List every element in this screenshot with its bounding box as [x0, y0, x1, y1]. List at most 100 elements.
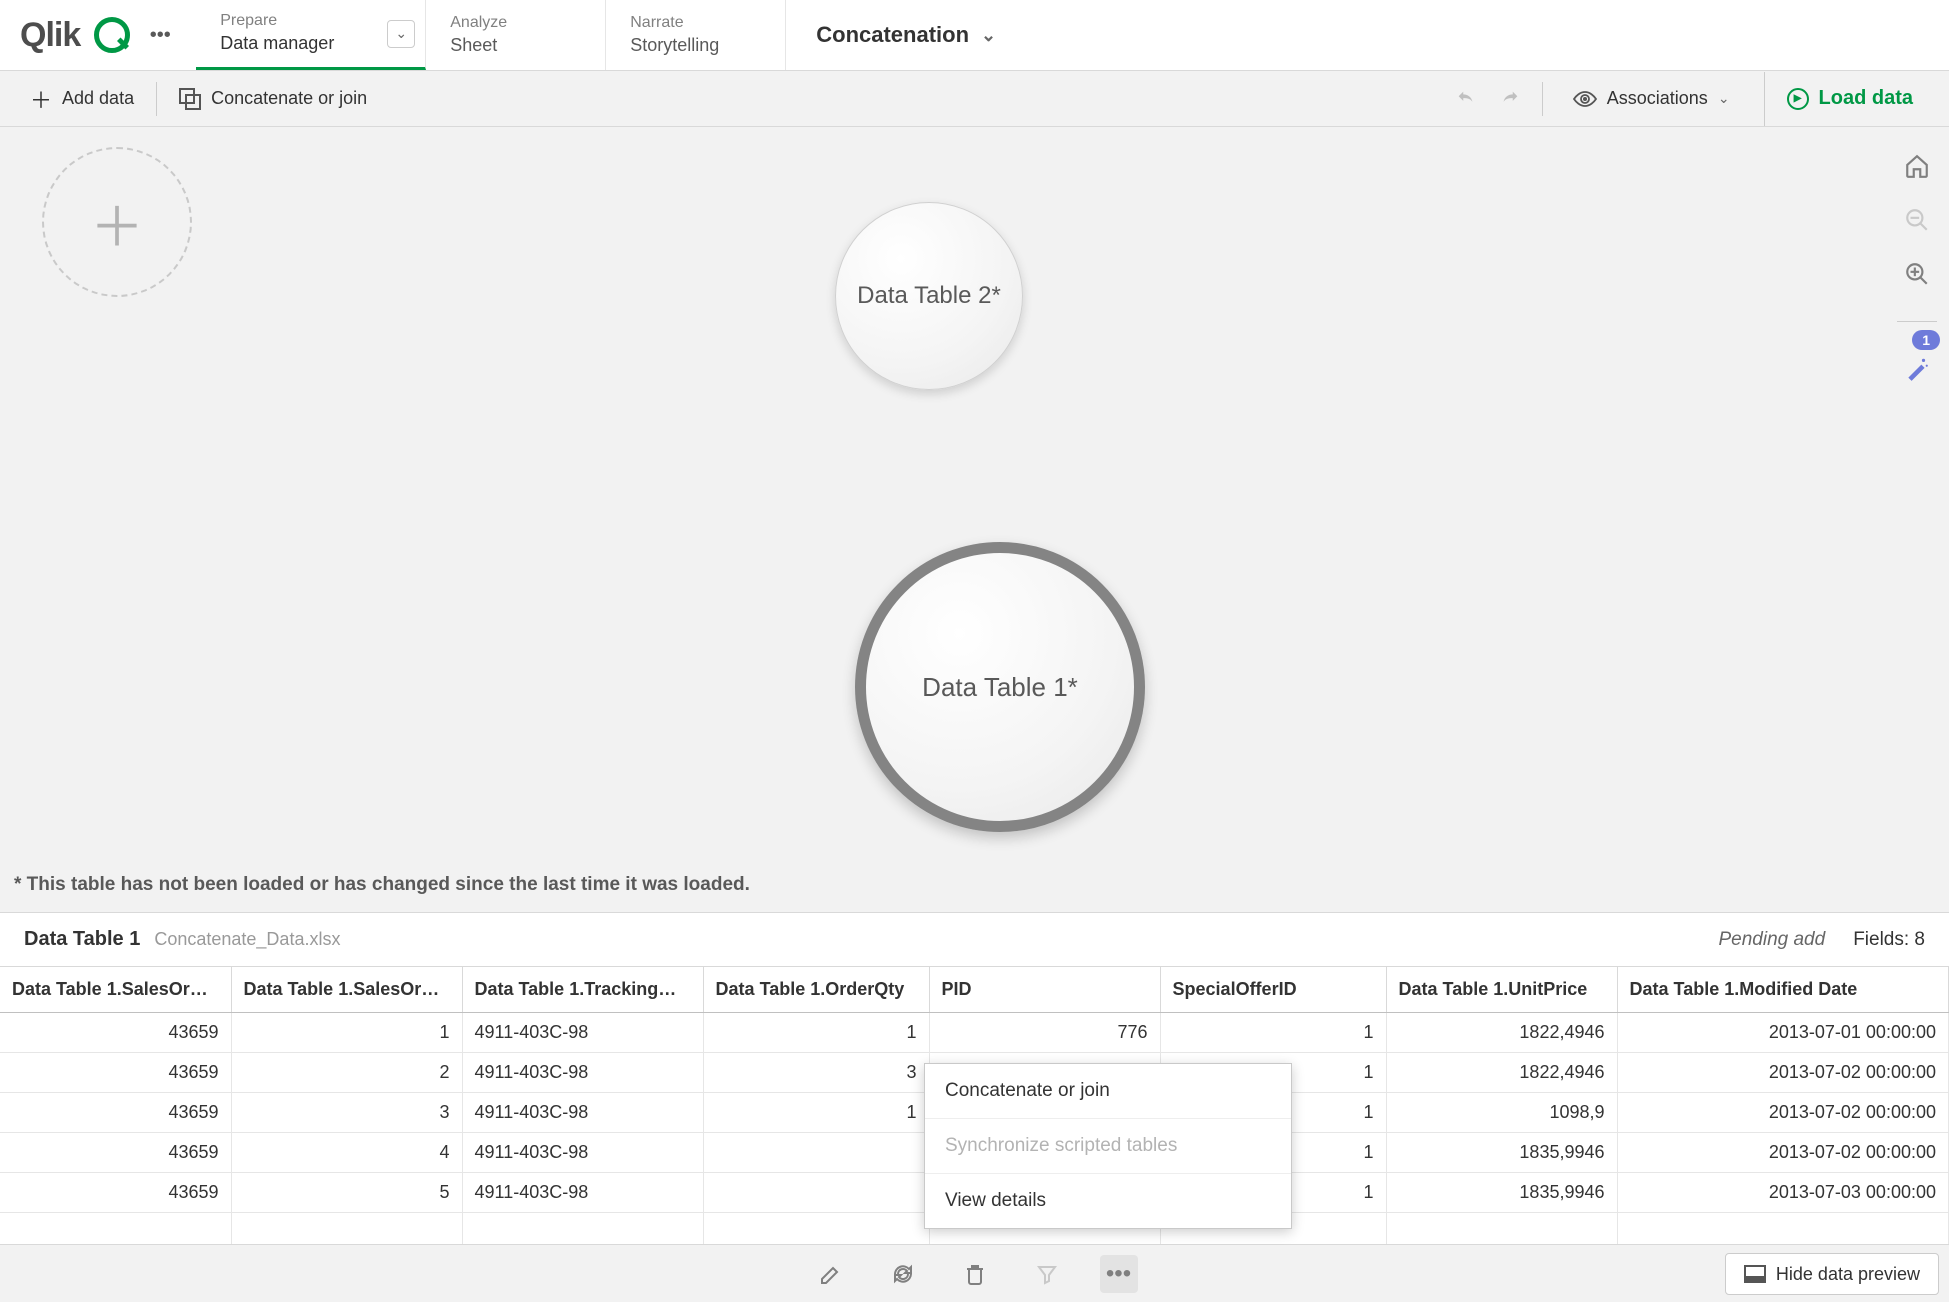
- more-actions-button[interactable]: •••: [1100, 1255, 1138, 1293]
- col-header[interactable]: Data Table 1.SalesOr…: [231, 967, 462, 1013]
- table-cell: 4: [231, 1133, 462, 1173]
- table-cell: 776: [929, 1013, 1160, 1053]
- table-cell: 5: [231, 1173, 462, 1213]
- add-table-bubble[interactable]: ＋: [42, 147, 192, 297]
- table-row[interactable]: 4365914911-403C-98177611822,49462013-07-…: [0, 1013, 1949, 1053]
- col-header[interactable]: Data Table 1.OrderQty: [703, 967, 929, 1013]
- table-cell: 1: [231, 1013, 462, 1053]
- separator: [156, 82, 157, 116]
- wand-badge: 1: [1912, 330, 1940, 350]
- tab-narrate[interactable]: Narrate Storytelling: [606, 0, 786, 70]
- delete-icon[interactable]: [956, 1255, 994, 1293]
- panel-icon: [1744, 1265, 1766, 1283]
- table-cell: 1835,9946: [1386, 1173, 1617, 1213]
- table-cell: 2013-07-01 00:00:00: [1617, 1013, 1948, 1053]
- fields-count: Fields: 8: [1853, 929, 1925, 951]
- separator: [1542, 82, 1543, 116]
- concatenate-join-button[interactable]: Concatenate or join: [163, 80, 383, 118]
- table-bubble-2[interactable]: Data Table 2*: [835, 202, 1023, 390]
- eye-icon: [1573, 87, 1597, 111]
- table-cell: 2013-07-02 00:00:00: [1617, 1133, 1948, 1173]
- col-header[interactable]: Data Table 1.SalesOr…: [0, 967, 231, 1013]
- pending-label: Pending add: [1718, 929, 1825, 951]
- load-data-button[interactable]: ▶ Load data: [1764, 72, 1935, 126]
- app-name[interactable]: Concatenation ⌄: [786, 0, 1026, 70]
- table-cell: 3: [231, 1093, 462, 1133]
- ctx-concatenate-join[interactable]: Concatenate or join: [925, 1064, 1291, 1119]
- table-cell: 43659: [0, 1173, 231, 1213]
- undo-button[interactable]: [1448, 81, 1484, 117]
- table-cell: 3: [703, 1053, 929, 1093]
- chevron-down-icon: ⌄: [1718, 90, 1730, 107]
- col-header[interactable]: Data Table 1.Tracking…: [462, 967, 703, 1013]
- table-cell: 1: [1160, 1013, 1386, 1053]
- preview-header: Data Table 1 Concatenate_Data.xlsx Pendi…: [0, 912, 1949, 966]
- add-data-button[interactable]: ＋ Add data: [14, 80, 150, 118]
- app-name-label: Concatenation: [816, 22, 969, 48]
- global-more-button[interactable]: •••: [144, 19, 176, 51]
- table-cell: 4911-403C-98: [462, 1173, 703, 1213]
- bubble-label: Data Table 2*: [857, 282, 1001, 310]
- separator: [1897, 321, 1937, 322]
- table-cell: 4911-403C-98: [462, 1013, 703, 1053]
- canvas-footnote: * This table has not been loaded or has …: [14, 874, 750, 896]
- add-data-label: Add data: [62, 88, 134, 109]
- associations-button[interactable]: Associations ⌄: [1557, 80, 1746, 118]
- preview-file: Concatenate_Data.xlsx: [154, 929, 340, 950]
- tab-small: Analyze: [450, 13, 581, 34]
- plus-icon: ＋: [30, 83, 52, 115]
- tab-main: Sheet: [450, 34, 581, 57]
- bottom-toolbar: ••• Hide data preview: [0, 1244, 1949, 1302]
- magic-wand-icon[interactable]: 1: [1904, 356, 1930, 382]
- concat-icon: [179, 88, 201, 110]
- load-data-label: Load data: [1819, 87, 1913, 110]
- table-cell: 2013-07-02 00:00:00: [1617, 1093, 1948, 1133]
- col-header[interactable]: SpecialOfferID: [1160, 967, 1386, 1013]
- table-cell: 43659: [0, 1013, 231, 1053]
- refresh-icon[interactable]: [884, 1255, 922, 1293]
- table-cell: 43659: [0, 1053, 231, 1093]
- preview-title: Data Table 1: [24, 928, 140, 951]
- chevron-down-icon[interactable]: ⌄: [387, 20, 415, 48]
- table-cell: 1098,9: [1386, 1093, 1617, 1133]
- tab-analyze[interactable]: Analyze Sheet: [426, 0, 606, 70]
- zoom-out-icon[interactable]: [1904, 207, 1930, 233]
- ctx-view-details[interactable]: View details: [925, 1174, 1291, 1228]
- col-header[interactable]: Data Table 1.Modified Date: [1617, 967, 1948, 1013]
- table-cell: 1822,4946: [1386, 1053, 1617, 1093]
- chevron-down-icon: ⌄: [981, 25, 996, 46]
- table-cell: 1: [703, 1093, 929, 1133]
- table-cell: 1835,9946: [1386, 1133, 1617, 1173]
- tab-main: Data manager: [220, 32, 401, 55]
- table-cell: 2013-07-03 00:00:00: [1617, 1173, 1948, 1213]
- tab-small: Narrate: [630, 13, 761, 34]
- filter-icon: [1028, 1255, 1066, 1293]
- table-cell: [703, 1173, 929, 1213]
- table-bubble-1[interactable]: Data Table 1*: [855, 542, 1145, 832]
- home-icon[interactable]: [1904, 153, 1930, 179]
- play-circle-icon: ▶: [1787, 88, 1809, 110]
- redo-button[interactable]: [1492, 81, 1528, 117]
- table-cell: 2: [231, 1053, 462, 1093]
- table-cell: 4911-403C-98: [462, 1053, 703, 1093]
- table-cell: 2013-07-02 00:00:00: [1617, 1053, 1948, 1093]
- zoom-in-icon[interactable]: [1904, 261, 1930, 287]
- tab-small: Prepare: [220, 11, 401, 32]
- associations-canvas[interactable]: ＋ Data Table 2* Data Table 1* * This tab…: [0, 127, 1949, 912]
- table-cell: 4911-403C-98: [462, 1093, 703, 1133]
- table-cell: 4911-403C-98: [462, 1133, 703, 1173]
- nav-tabs: Prepare Data manager ⌄ Analyze Sheet Nar…: [196, 0, 786, 70]
- canvas-side-tools: 1: [1885, 127, 1949, 382]
- logo-q-icon: [94, 17, 130, 53]
- tab-main: Storytelling: [630, 34, 761, 57]
- bubble-label: Data Table 1*: [922, 672, 1078, 703]
- table-cell: 43659: [0, 1093, 231, 1133]
- col-header[interactable]: Data Table 1.UnitPrice: [1386, 967, 1617, 1013]
- edit-icon[interactable]: [812, 1255, 850, 1293]
- hide-preview-button[interactable]: Hide data preview: [1725, 1253, 1939, 1295]
- table-cell: 1: [703, 1013, 929, 1053]
- context-menu: Concatenate or join Synchronize scripted…: [924, 1063, 1292, 1229]
- table-cell: [703, 1133, 929, 1173]
- tab-prepare[interactable]: Prepare Data manager ⌄: [196, 0, 426, 70]
- col-header[interactable]: PID: [929, 967, 1160, 1013]
